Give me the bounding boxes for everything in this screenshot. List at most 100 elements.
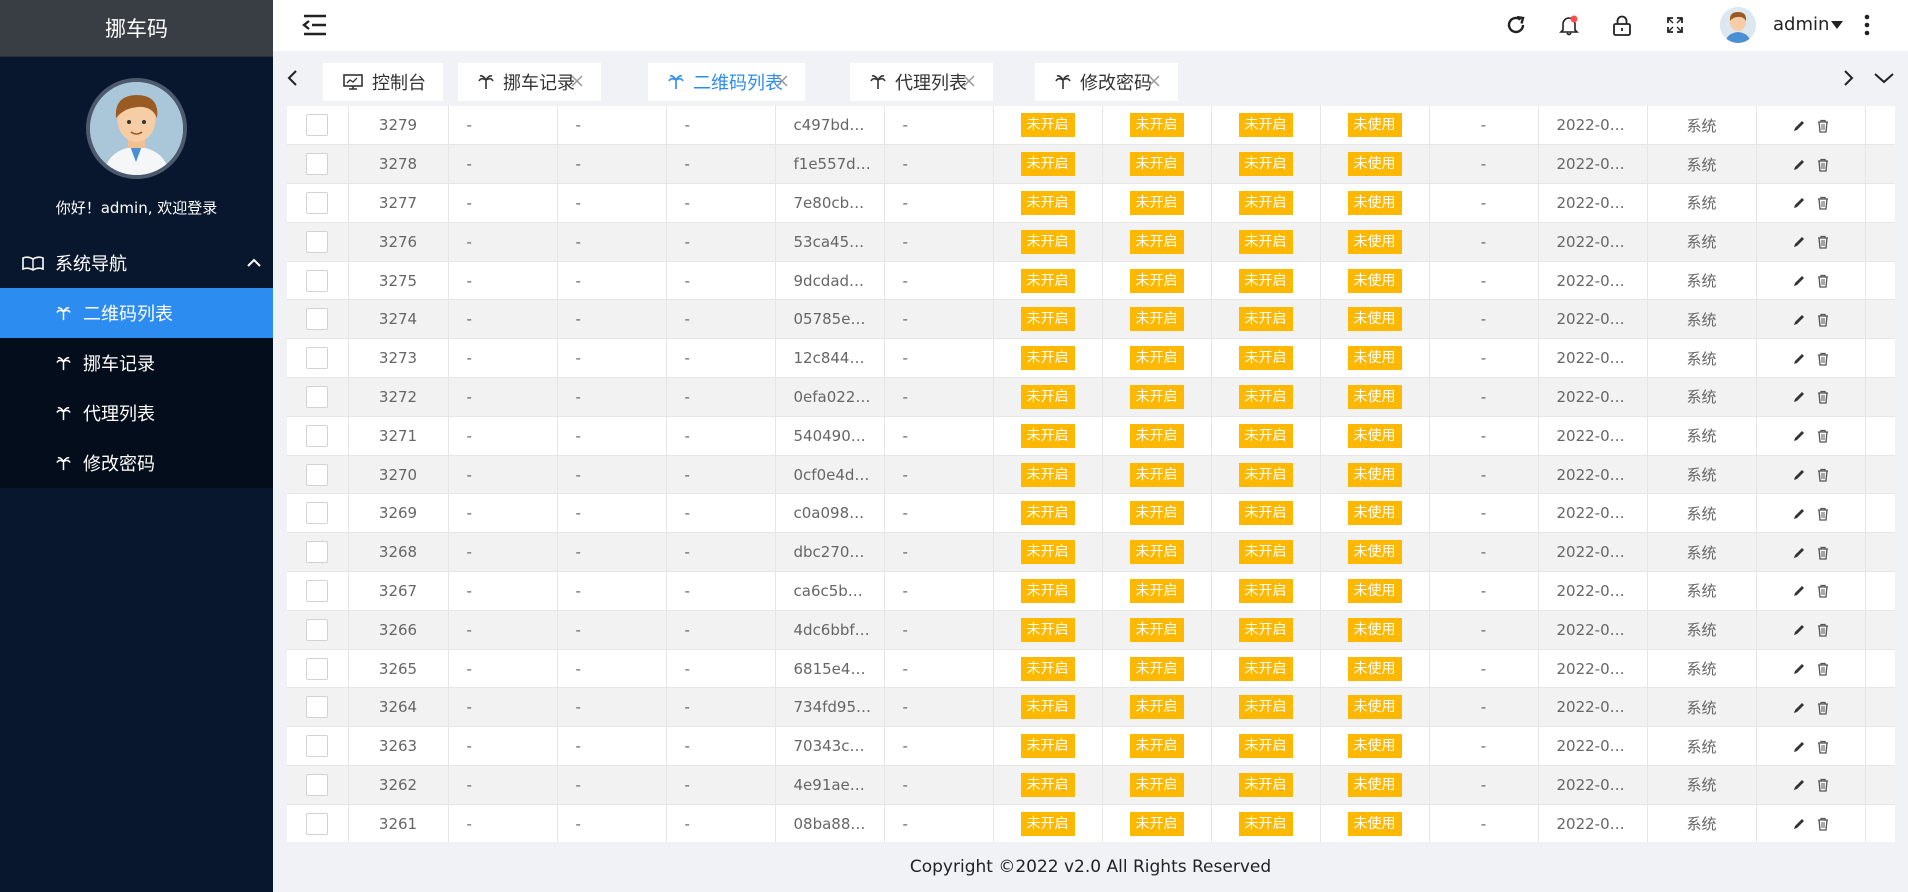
row-checkbox[interactable] <box>306 618 329 641</box>
edit-icon[interactable] <box>1792 740 1806 754</box>
trash-icon[interactable] <box>1816 507 1830 521</box>
cell-checkbox <box>287 687 349 728</box>
nav-group-system[interactable]: 系统导航 <box>0 238 273 288</box>
trash-icon[interactable] <box>1816 778 1830 793</box>
status-badge: 未开启 <box>1020 113 1075 138</box>
edit-icon[interactable] <box>1792 584 1806 598</box>
tab-label: 代理列表 <box>895 73 967 94</box>
menu-fold-icon[interactable] <box>302 13 328 37</box>
fullscreen-icon[interactable] <box>1664 14 1686 36</box>
sidebar-item-change-password[interactable]: 修改密码 <box>0 438 273 488</box>
edit-icon[interactable] <box>1792 352 1806 366</box>
chevron-right-icon[interactable] <box>1840 68 1856 88</box>
refresh-icon[interactable] <box>1505 14 1527 36</box>
trash-icon[interactable] <box>1816 158 1830 172</box>
trash-icon[interactable] <box>1816 623 1830 637</box>
tab-console[interactable]: 控制台 <box>323 63 443 101</box>
row-checkbox[interactable] <box>306 385 329 408</box>
close-icon[interactable] <box>1147 74 1161 88</box>
row-checkbox[interactable] <box>306 735 329 758</box>
edit-icon[interactable] <box>1792 507 1806 521</box>
row-checkbox[interactable] <box>306 308 329 331</box>
edit-icon[interactable] <box>1792 623 1806 637</box>
caret-down-icon[interactable] <box>1830 20 1844 30</box>
cell-id: 3272 <box>348 377 449 417</box>
status-badge: 未使用 <box>1347 811 1402 836</box>
trash-icon[interactable] <box>1816 429 1830 443</box>
edit-icon[interactable] <box>1792 274 1806 288</box>
row-checkbox[interactable] <box>306 502 329 525</box>
trash-icon[interactable] <box>1816 817 1830 831</box>
more-vertical-icon[interactable] <box>1863 14 1871 36</box>
close-icon[interactable] <box>570 74 584 88</box>
row-checkbox[interactable] <box>306 463 329 486</box>
edit-icon[interactable] <box>1792 468 1806 482</box>
lock-icon[interactable] <box>1611 14 1633 36</box>
cell-empty <box>1865 222 1895 262</box>
sidebar-item-qrcode-list[interactable]: 二维码列表 <box>0 288 273 338</box>
chevron-down-icon[interactable] <box>1873 71 1895 85</box>
trash-icon[interactable] <box>1816 313 1830 327</box>
trash-icon[interactable] <box>1816 546 1830 560</box>
cell-text: - <box>666 765 776 805</box>
edit-icon[interactable] <box>1792 390 1806 404</box>
cell-status: 未使用 <box>1320 377 1430 417</box>
edit-icon[interactable] <box>1792 429 1806 443</box>
edit-icon[interactable] <box>1792 196 1806 210</box>
edit-icon[interactable] <box>1792 701 1806 715</box>
edit-icon[interactable] <box>1792 158 1806 172</box>
sidebar-item-agent-list[interactable]: 代理列表 <box>0 388 273 438</box>
trash-icon[interactable] <box>1816 662 1830 676</box>
edit-icon[interactable] <box>1792 546 1806 560</box>
trash-icon[interactable] <box>1816 119 1830 133</box>
close-icon[interactable] <box>775 74 789 88</box>
row-checkbox[interactable] <box>306 347 329 370</box>
row-checkbox[interactable] <box>306 541 329 564</box>
user-avatar[interactable] <box>1720 7 1756 43</box>
edit-icon[interactable] <box>1792 119 1806 133</box>
row-checkbox[interactable] <box>306 191 329 214</box>
trash-icon[interactable] <box>1816 352 1830 366</box>
row-checkbox[interactable] <box>306 424 329 447</box>
username[interactable]: admin <box>1773 14 1829 35</box>
chevron-left-icon[interactable] <box>285 68 301 88</box>
chevron-up-icon[interactable] <box>245 254 263 272</box>
row-checkbox[interactable] <box>306 269 329 292</box>
tab-move-records[interactable]: 挪车记录 <box>458 63 601 101</box>
edit-icon[interactable] <box>1792 662 1806 676</box>
trash-icon[interactable] <box>1816 274 1830 288</box>
trash-icon[interactable] <box>1816 740 1830 754</box>
edit-icon[interactable] <box>1792 778 1806 792</box>
row-checkbox[interactable] <box>306 696 329 719</box>
row-checkbox[interactable] <box>306 657 329 680</box>
cell-text: - <box>1429 222 1539 262</box>
cell-text: - <box>884 610 994 650</box>
trash-icon[interactable] <box>1816 235 1830 249</box>
tab-qrcode-list[interactable]: 二维码列表 <box>648 63 805 101</box>
trash-icon[interactable] <box>1816 701 1830 715</box>
status-badge: 未开启 <box>1129 268 1184 293</box>
tab-agent-list[interactable]: 代理列表 <box>850 63 993 101</box>
sidebar-item-move-records[interactable]: 挪车记录 <box>0 338 273 388</box>
cell-checkbox <box>287 726 349 767</box>
cell-date: 2022-0… <box>1538 106 1648 146</box>
trash-icon[interactable] <box>1816 584 1830 599</box>
row-checkbox[interactable] <box>306 773 329 796</box>
trash-icon[interactable] <box>1816 196 1830 211</box>
trash-icon[interactable] <box>1816 468 1830 482</box>
edit-icon[interactable] <box>1792 313 1806 327</box>
status-badge: 未开启 <box>1129 307 1184 332</box>
edit-icon[interactable] <box>1792 817 1806 831</box>
row-checkbox[interactable] <box>306 579 329 602</box>
cell-text: - <box>1429 649 1539 689</box>
row-checkbox[interactable] <box>306 230 329 253</box>
close-icon[interactable] <box>962 74 976 88</box>
bell-icon[interactable] <box>1558 14 1580 36</box>
trash-icon[interactable] <box>1816 390 1830 405</box>
row-checkbox[interactable] <box>306 114 329 137</box>
edit-icon[interactable] <box>1792 235 1806 249</box>
row-checkbox[interactable] <box>306 812 329 835</box>
cell-source: 系统 <box>1647 726 1757 767</box>
tab-change-password[interactable]: 修改密码 <box>1035 63 1178 101</box>
row-checkbox[interactable] <box>306 153 329 176</box>
